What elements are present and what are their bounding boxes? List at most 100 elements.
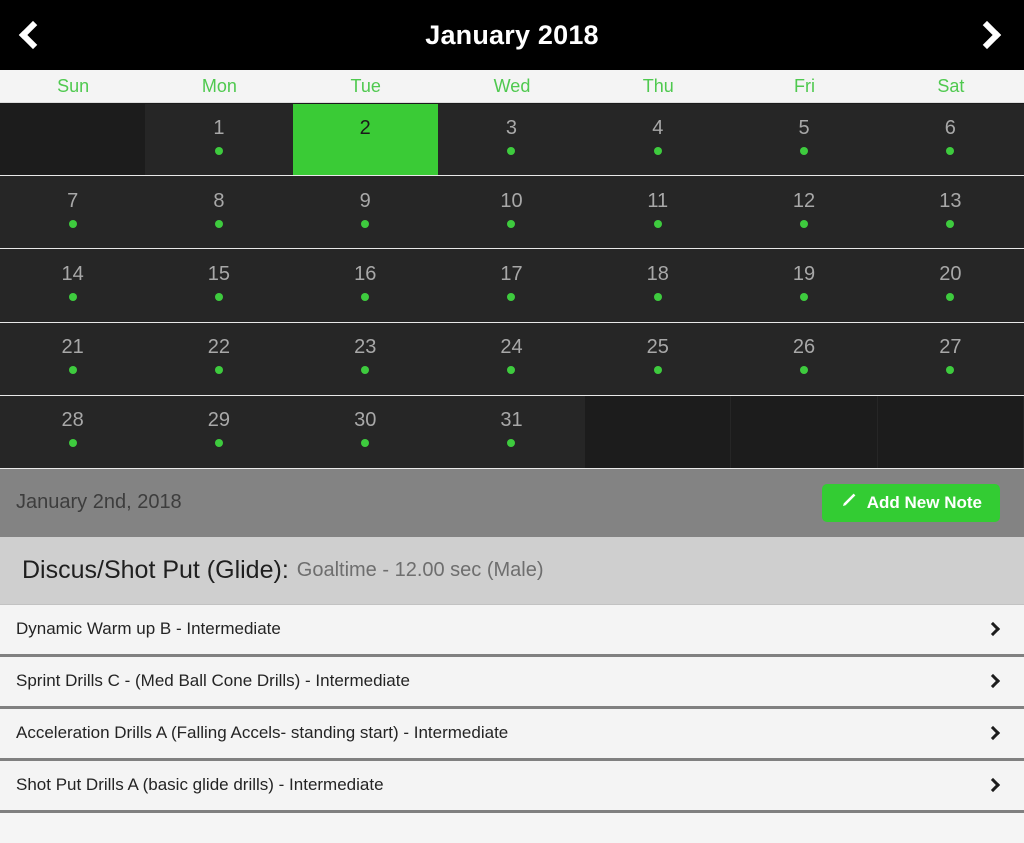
day-event-dot: [214, 439, 223, 448]
weekday-label-mon: Mon: [201, 75, 237, 96]
day-event-dot: [653, 292, 662, 301]
drill-row[interactable]: Acceleration Drills A (Falling Accels- s…: [0, 708, 1024, 761]
workout-title: Discus/Shot Put (Glide):: [22, 555, 289, 584]
calendar-header: January 2018: [0, 0, 1024, 70]
drill-row[interactable]: Sprint Drills C - (Med Ball Cone Drills)…: [0, 656, 1024, 709]
calendar-day-cell-empty: [877, 395, 1024, 468]
calendar-day-cell[interactable]: 19: [731, 249, 878, 322]
calendar-day-cell[interactable]: 21: [0, 322, 147, 395]
day-event-dot: [946, 292, 955, 301]
weekday-label-fri: Fri: [794, 75, 816, 96]
day-event-dot: [800, 147, 809, 156]
day-event-dot: [68, 439, 77, 448]
next-month-button[interactable]: [960, 0, 1020, 70]
day-event-dot: [214, 219, 223, 228]
day-event-dot: [653, 366, 662, 375]
day-number: 9: [359, 189, 371, 212]
day-number: 23: [354, 336, 377, 359]
calendar-day-cell[interactable]: 28: [0, 395, 147, 468]
day-event-dot: [946, 219, 955, 228]
day-event-dot: [800, 219, 809, 228]
calendar-day-cell[interactable]: 6: [877, 104, 1024, 176]
calendar-day-cell[interactable]: 4: [585, 104, 732, 176]
calendar-day-cell[interactable]: 15: [146, 249, 293, 322]
day-event-dot: [361, 366, 370, 375]
calendar-day-cell[interactable]: 27: [877, 322, 1024, 395]
calendar-day-cell[interactable]: 18: [585, 249, 732, 322]
calendar-week-row: 14 15 16 17 18 19 20: [0, 249, 1024, 323]
calendar-day-cell[interactable]: 10: [438, 176, 586, 249]
day-number: 12: [792, 189, 816, 212]
calendar-day-cell[interactable]: 25: [585, 322, 732, 395]
calendar-week-row: 28 29 30 31: [0, 395, 1024, 469]
drill-label: Dynamic Warm up B - Intermediate: [16, 619, 281, 639]
calendar-day-cell[interactable]: 8: [146, 176, 293, 249]
day-number: 24: [500, 336, 523, 359]
calendar-day-cell[interactable]: 13: [877, 176, 1024, 249]
day-event-dot: [653, 147, 662, 156]
weekday-header-row: Sun Mon Tue Wed Thu Fri Sat: [0, 70, 1024, 103]
day-event-dot: [653, 219, 662, 228]
day-number: 5: [798, 117, 810, 140]
day-event-dot: [68, 292, 77, 301]
calendar-grid: 1 2 3 4 5 6 7 8 9 10 11 12 13 14 15 16 17 18 19 20 21 22 23 24 2…: [0, 103, 1024, 469]
calendar-day-cell[interactable]: 14: [0, 249, 147, 322]
calendar-day-cell[interactable]: 16: [292, 249, 439, 322]
calendar-day-cell[interactable]: 24: [438, 322, 586, 395]
calendar-day-cell[interactable]: 7: [0, 176, 147, 249]
calendar-day-cell[interactable]: 30: [292, 395, 439, 468]
drill-row[interactable]: Shot Put Drills A (basic glide drills) -…: [0, 760, 1024, 813]
day-event-dot: [361, 439, 370, 448]
calendar-day-cell[interactable]: 3: [438, 104, 586, 176]
calendar-day-cell[interactable]: 31: [438, 395, 586, 468]
drill-row[interactable]: Dynamic Warm up B - Intermediate: [0, 604, 1024, 657]
calendar-week-row: 7 8 9 10 11 12 13: [0, 176, 1024, 250]
calendar-day-cell[interactable]: 17: [438, 249, 586, 322]
prev-month-button[interactable]: [0, 0, 60, 70]
drill-label: Shot Put Drills A (basic glide drills) -…: [16, 775, 384, 795]
day-number: 10: [500, 189, 523, 212]
pencil-icon: [840, 492, 857, 514]
add-new-note-label: Add New Note: [866, 492, 982, 512]
day-number: 26: [792, 336, 816, 359]
calendar-day-cell[interactable]: 9: [292, 176, 439, 249]
day-number: 20: [939, 262, 962, 285]
day-number: 8: [213, 189, 225, 212]
weekday-label-tue: Tue: [350, 75, 381, 96]
calendar-day-cell[interactable]: 23: [292, 322, 439, 395]
day-number: 21: [61, 336, 84, 359]
day-event-dot: [946, 147, 955, 156]
chevron-left-icon: [18, 20, 48, 50]
calendar-day-cell[interactable]: 12: [731, 176, 878, 249]
day-number: 27: [939, 336, 962, 359]
calendar-day-cell[interactable]: 11: [585, 176, 732, 249]
day-number: 17: [500, 262, 523, 285]
day-number: 4: [652, 117, 664, 140]
day-event-dot: [214, 366, 223, 375]
calendar-week-row: 21 22 23 24 25 26 27: [0, 322, 1024, 396]
day-event-dot: [214, 292, 223, 301]
calendar-day-cell[interactable]: 1: [146, 104, 293, 176]
weekday-label-wed: Wed: [493, 75, 531, 96]
day-event-dot: [800, 366, 809, 375]
chevron-right-icon: [985, 674, 1001, 689]
day-event-dot: [800, 292, 809, 301]
day-event-dot: [507, 292, 516, 301]
day-number: 29: [207, 409, 231, 432]
drill-list: Dynamic Warm up B - Intermediate Sprint D…: [0, 604, 1024, 813]
calendar-day-cell[interactable]: 26: [731, 322, 878, 395]
calendar-day-cell-empty: [585, 395, 732, 468]
day-number: 16: [354, 262, 377, 285]
calendar-day-cell-empty: [0, 104, 147, 176]
calendar-day-cell[interactable]: 22: [146, 322, 293, 395]
day-number: 11: [647, 189, 669, 212]
day-number: 1: [213, 117, 225, 140]
calendar-day-cell[interactable]: 29: [146, 395, 293, 468]
chevron-right-icon: [972, 20, 1002, 50]
add-new-note-button[interactable]: Add New Note: [821, 483, 1000, 522]
calendar-day-cell[interactable]: 2: [292, 104, 439, 176]
day-number: 30: [354, 409, 377, 432]
calendar-day-cell[interactable]: 5: [731, 104, 878, 176]
calendar-day-cell[interactable]: 20: [877, 249, 1024, 322]
day-number: 3: [505, 117, 518, 140]
